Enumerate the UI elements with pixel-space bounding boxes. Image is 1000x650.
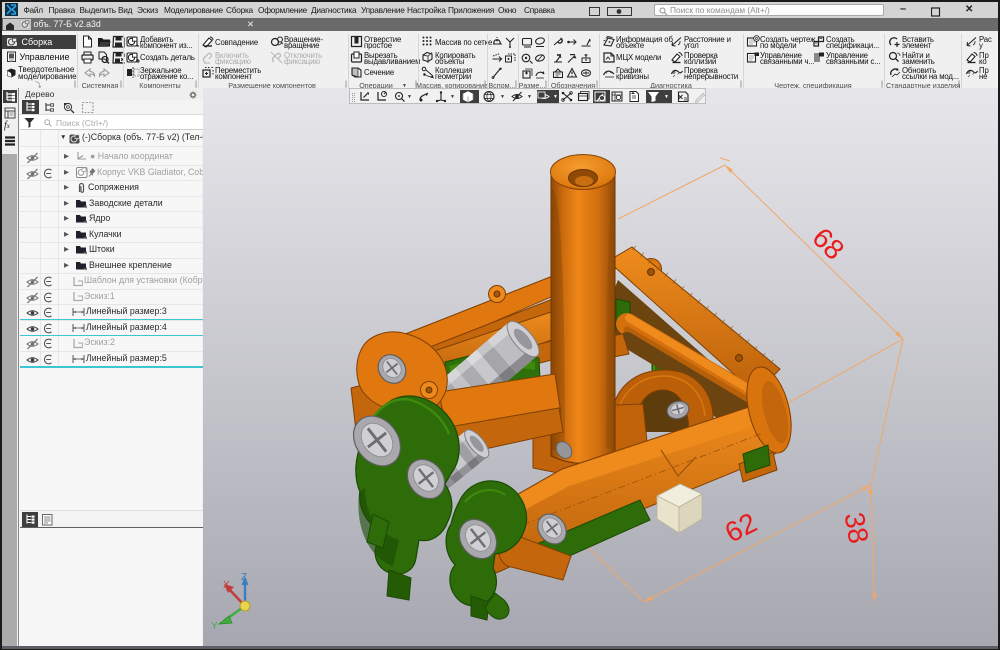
svg-text:62: 62 bbox=[720, 507, 762, 549]
svg-text:X: X bbox=[223, 580, 230, 591]
svg-text:68: 68 bbox=[806, 222, 850, 266]
svg-text:Y: Y bbox=[211, 621, 218, 632]
svg-text:Z: Z bbox=[241, 572, 247, 583]
svg-text:38: 38 bbox=[839, 510, 875, 546]
